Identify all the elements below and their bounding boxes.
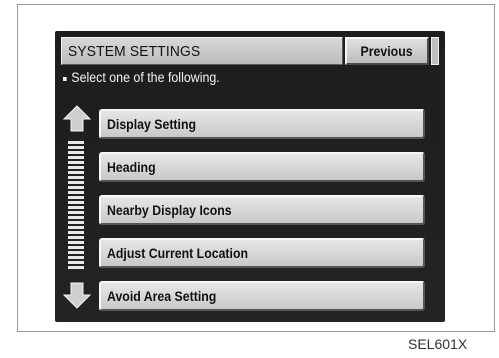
menu-item-label: Adjust Current Location: [107, 245, 249, 261]
title-bar-end: [431, 37, 439, 65]
menu-item-label: Display Setting: [107, 116, 197, 132]
page-title: SYSTEM SETTINGS: [68, 43, 201, 60]
menu-item-display-setting[interactable]: Display Setting: [99, 109, 425, 139]
scroll-position-bar[interactable]: [68, 141, 84, 275]
scroll-down-button[interactable]: [62, 282, 92, 310]
title-bar: SYSTEM SETTINGS Previous: [61, 37, 439, 65]
bullet-icon: [63, 77, 67, 82]
title-box: SYSTEM SETTINGS: [61, 37, 343, 65]
menu-item-label: Heading: [107, 159, 156, 175]
system-settings-screen: SYSTEM SETTINGS Previous Select one of t…: [55, 31, 445, 322]
instruction-text: Select one of the following.: [63, 70, 220, 85]
menu-item-label: Nearby Display Icons: [107, 202, 232, 218]
instruction-label: Select one of the following.: [71, 70, 220, 85]
menu-item-avoid-area-setting[interactable]: Avoid Area Setting: [99, 281, 425, 311]
scroll-up-button[interactable]: [62, 104, 92, 132]
arrow-down-icon: [62, 282, 92, 309]
previous-button[interactable]: Previous: [345, 37, 429, 65]
menu-item-label: Avoid Area Setting: [107, 288, 217, 304]
previous-button-label: Previous: [360, 43, 414, 59]
menu-item-heading[interactable]: Heading: [99, 152, 425, 182]
menu-item-adjust-current-location[interactable]: Adjust Current Location: [99, 238, 425, 268]
menu-item-nearby-display-icons[interactable]: Nearby Display Icons: [99, 195, 425, 225]
figure-caption: SEL601X: [408, 336, 468, 352]
arrow-up-icon: [62, 105, 92, 132]
